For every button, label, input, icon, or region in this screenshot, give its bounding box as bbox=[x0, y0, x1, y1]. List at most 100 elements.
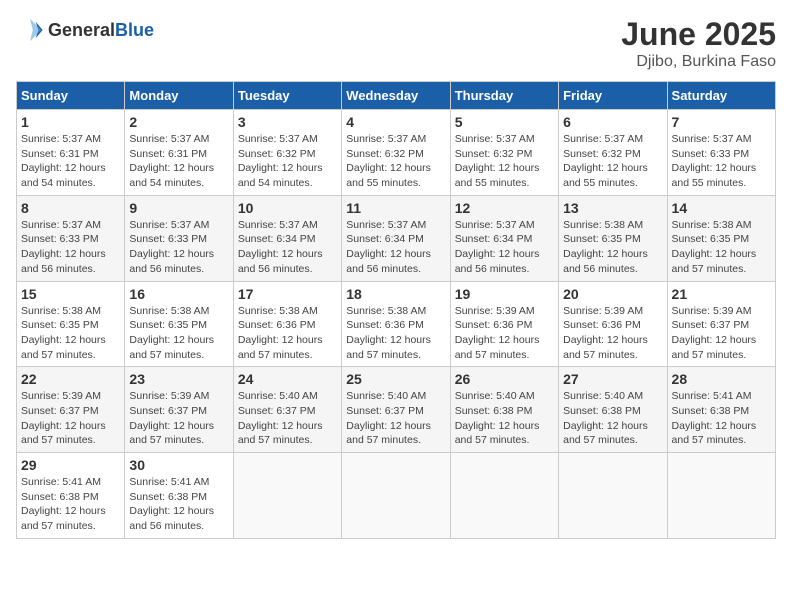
day-info: Sunrise: 5:37 AM Sunset: 6:32 PM Dayligh… bbox=[455, 132, 554, 191]
calendar-day-cell bbox=[559, 453, 667, 539]
calendar-day-cell: 23 Sunrise: 5:39 AM Sunset: 6:37 PM Dayl… bbox=[125, 367, 233, 453]
logo-general-text: General bbox=[48, 20, 115, 40]
calendar-day-cell: 24 Sunrise: 5:40 AM Sunset: 6:37 PM Dayl… bbox=[233, 367, 341, 453]
calendar-day-cell: 28 Sunrise: 5:41 AM Sunset: 6:38 PM Dayl… bbox=[667, 367, 775, 453]
day-info: Sunrise: 5:37 AM Sunset: 6:33 PM Dayligh… bbox=[672, 132, 771, 191]
calendar-day-cell: 9 Sunrise: 5:37 AM Sunset: 6:33 PM Dayli… bbox=[125, 195, 233, 281]
day-number: 22 bbox=[21, 371, 120, 387]
logo-blue-text: Blue bbox=[115, 20, 154, 40]
day-info: Sunrise: 5:37 AM Sunset: 6:34 PM Dayligh… bbox=[455, 218, 554, 277]
day-number: 25 bbox=[346, 371, 445, 387]
col-thursday: Thursday bbox=[450, 82, 558, 110]
calendar-day-cell: 20 Sunrise: 5:39 AM Sunset: 6:36 PM Dayl… bbox=[559, 281, 667, 367]
day-info: Sunrise: 5:40 AM Sunset: 6:37 PM Dayligh… bbox=[346, 389, 445, 448]
day-number: 7 bbox=[672, 114, 771, 130]
day-info: Sunrise: 5:38 AM Sunset: 6:35 PM Dayligh… bbox=[672, 218, 771, 277]
calendar-day-cell: 22 Sunrise: 5:39 AM Sunset: 6:37 PM Dayl… bbox=[17, 367, 125, 453]
calendar-week-row: 8 Sunrise: 5:37 AM Sunset: 6:33 PM Dayli… bbox=[17, 195, 776, 281]
calendar-week-row: 22 Sunrise: 5:39 AM Sunset: 6:37 PM Dayl… bbox=[17, 367, 776, 453]
day-info: Sunrise: 5:38 AM Sunset: 6:35 PM Dayligh… bbox=[129, 304, 228, 363]
day-info: Sunrise: 5:41 AM Sunset: 6:38 PM Dayligh… bbox=[129, 475, 228, 534]
day-number: 17 bbox=[238, 286, 337, 302]
day-info: Sunrise: 5:37 AM Sunset: 6:31 PM Dayligh… bbox=[21, 132, 120, 191]
calendar-day-cell: 6 Sunrise: 5:37 AM Sunset: 6:32 PM Dayli… bbox=[559, 110, 667, 196]
day-info: Sunrise: 5:39 AM Sunset: 6:36 PM Dayligh… bbox=[455, 304, 554, 363]
day-number: 6 bbox=[563, 114, 662, 130]
calendar-day-cell: 10 Sunrise: 5:37 AM Sunset: 6:34 PM Dayl… bbox=[233, 195, 341, 281]
calendar-week-row: 1 Sunrise: 5:37 AM Sunset: 6:31 PM Dayli… bbox=[17, 110, 776, 196]
day-number: 16 bbox=[129, 286, 228, 302]
calendar-day-cell: 27 Sunrise: 5:40 AM Sunset: 6:38 PM Dayl… bbox=[559, 367, 667, 453]
calendar-week-row: 15 Sunrise: 5:38 AM Sunset: 6:35 PM Dayl… bbox=[17, 281, 776, 367]
day-number: 11 bbox=[346, 200, 445, 216]
day-number: 12 bbox=[455, 200, 554, 216]
day-info: Sunrise: 5:37 AM Sunset: 6:34 PM Dayligh… bbox=[346, 218, 445, 277]
calendar-day-cell: 12 Sunrise: 5:37 AM Sunset: 6:34 PM Dayl… bbox=[450, 195, 558, 281]
col-monday: Monday bbox=[125, 82, 233, 110]
day-info: Sunrise: 5:41 AM Sunset: 6:38 PM Dayligh… bbox=[672, 389, 771, 448]
logo-icon bbox=[16, 16, 44, 44]
day-number: 19 bbox=[455, 286, 554, 302]
calendar-day-cell bbox=[342, 453, 450, 539]
day-number: 15 bbox=[21, 286, 120, 302]
day-info: Sunrise: 5:38 AM Sunset: 6:35 PM Dayligh… bbox=[563, 218, 662, 277]
day-info: Sunrise: 5:37 AM Sunset: 6:32 PM Dayligh… bbox=[563, 132, 662, 191]
day-number: 20 bbox=[563, 286, 662, 302]
calendar-table: Sunday Monday Tuesday Wednesday Thursday… bbox=[16, 81, 776, 539]
day-number: 10 bbox=[238, 200, 337, 216]
calendar-day-cell: 16 Sunrise: 5:38 AM Sunset: 6:35 PM Dayl… bbox=[125, 281, 233, 367]
day-number: 27 bbox=[563, 371, 662, 387]
calendar-day-cell: 3 Sunrise: 5:37 AM Sunset: 6:32 PM Dayli… bbox=[233, 110, 341, 196]
day-number: 21 bbox=[672, 286, 771, 302]
day-info: Sunrise: 5:41 AM Sunset: 6:38 PM Dayligh… bbox=[21, 475, 120, 534]
calendar-day-cell: 11 Sunrise: 5:37 AM Sunset: 6:34 PM Dayl… bbox=[342, 195, 450, 281]
day-info: Sunrise: 5:37 AM Sunset: 6:33 PM Dayligh… bbox=[129, 218, 228, 277]
day-info: Sunrise: 5:40 AM Sunset: 6:38 PM Dayligh… bbox=[563, 389, 662, 448]
day-number: 18 bbox=[346, 286, 445, 302]
day-number: 28 bbox=[672, 371, 771, 387]
day-info: Sunrise: 5:37 AM Sunset: 6:31 PM Dayligh… bbox=[129, 132, 228, 191]
col-wednesday: Wednesday bbox=[342, 82, 450, 110]
day-number: 9 bbox=[129, 200, 228, 216]
calendar-day-cell: 5 Sunrise: 5:37 AM Sunset: 6:32 PM Dayli… bbox=[450, 110, 558, 196]
calendar-day-cell: 15 Sunrise: 5:38 AM Sunset: 6:35 PM Dayl… bbox=[17, 281, 125, 367]
day-info: Sunrise: 5:37 AM Sunset: 6:32 PM Dayligh… bbox=[238, 132, 337, 191]
calendar-day-cell: 4 Sunrise: 5:37 AM Sunset: 6:32 PM Dayli… bbox=[342, 110, 450, 196]
calendar-day-cell: 30 Sunrise: 5:41 AM Sunset: 6:38 PM Dayl… bbox=[125, 453, 233, 539]
calendar-day-cell: 1 Sunrise: 5:37 AM Sunset: 6:31 PM Dayli… bbox=[17, 110, 125, 196]
day-info: Sunrise: 5:39 AM Sunset: 6:36 PM Dayligh… bbox=[563, 304, 662, 363]
day-number: 3 bbox=[238, 114, 337, 130]
calendar-day-cell: 26 Sunrise: 5:40 AM Sunset: 6:38 PM Dayl… bbox=[450, 367, 558, 453]
day-info: Sunrise: 5:40 AM Sunset: 6:38 PM Dayligh… bbox=[455, 389, 554, 448]
day-info: Sunrise: 5:38 AM Sunset: 6:36 PM Dayligh… bbox=[346, 304, 445, 363]
calendar-day-cell: 13 Sunrise: 5:38 AM Sunset: 6:35 PM Dayl… bbox=[559, 195, 667, 281]
month-title: June 2025 bbox=[621, 16, 776, 53]
day-number: 2 bbox=[129, 114, 228, 130]
calendar-week-row: 29 Sunrise: 5:41 AM Sunset: 6:38 PM Dayl… bbox=[17, 453, 776, 539]
col-sunday: Sunday bbox=[17, 82, 125, 110]
day-info: Sunrise: 5:39 AM Sunset: 6:37 PM Dayligh… bbox=[21, 389, 120, 448]
col-friday: Friday bbox=[559, 82, 667, 110]
day-number: 1 bbox=[21, 114, 120, 130]
calendar-day-cell: 25 Sunrise: 5:40 AM Sunset: 6:37 PM Dayl… bbox=[342, 367, 450, 453]
location-title: Djibo, Burkina Faso bbox=[621, 53, 776, 71]
calendar-day-cell: 2 Sunrise: 5:37 AM Sunset: 6:31 PM Dayli… bbox=[125, 110, 233, 196]
day-info: Sunrise: 5:37 AM Sunset: 6:33 PM Dayligh… bbox=[21, 218, 120, 277]
calendar-day-cell bbox=[233, 453, 341, 539]
calendar-day-cell: 8 Sunrise: 5:37 AM Sunset: 6:33 PM Dayli… bbox=[17, 195, 125, 281]
calendar-day-cell: 14 Sunrise: 5:38 AM Sunset: 6:35 PM Dayl… bbox=[667, 195, 775, 281]
calendar-day-cell: 17 Sunrise: 5:38 AM Sunset: 6:36 PM Dayl… bbox=[233, 281, 341, 367]
calendar-day-cell: 29 Sunrise: 5:41 AM Sunset: 6:38 PM Dayl… bbox=[17, 453, 125, 539]
day-info: Sunrise: 5:38 AM Sunset: 6:36 PM Dayligh… bbox=[238, 304, 337, 363]
day-info: Sunrise: 5:37 AM Sunset: 6:32 PM Dayligh… bbox=[346, 132, 445, 191]
day-number: 29 bbox=[21, 457, 120, 473]
day-info: Sunrise: 5:37 AM Sunset: 6:34 PM Dayligh… bbox=[238, 218, 337, 277]
calendar-day-cell: 21 Sunrise: 5:39 AM Sunset: 6:37 PM Dayl… bbox=[667, 281, 775, 367]
calendar-day-cell: 18 Sunrise: 5:38 AM Sunset: 6:36 PM Dayl… bbox=[342, 281, 450, 367]
calendar-header-row: Sunday Monday Tuesday Wednesday Thursday… bbox=[17, 82, 776, 110]
day-number: 13 bbox=[563, 200, 662, 216]
page-header: GeneralBlue June 2025 Djibo, Burkina Fas… bbox=[16, 16, 776, 71]
day-info: Sunrise: 5:40 AM Sunset: 6:37 PM Dayligh… bbox=[238, 389, 337, 448]
day-info: Sunrise: 5:39 AM Sunset: 6:37 PM Dayligh… bbox=[672, 304, 771, 363]
day-number: 8 bbox=[21, 200, 120, 216]
